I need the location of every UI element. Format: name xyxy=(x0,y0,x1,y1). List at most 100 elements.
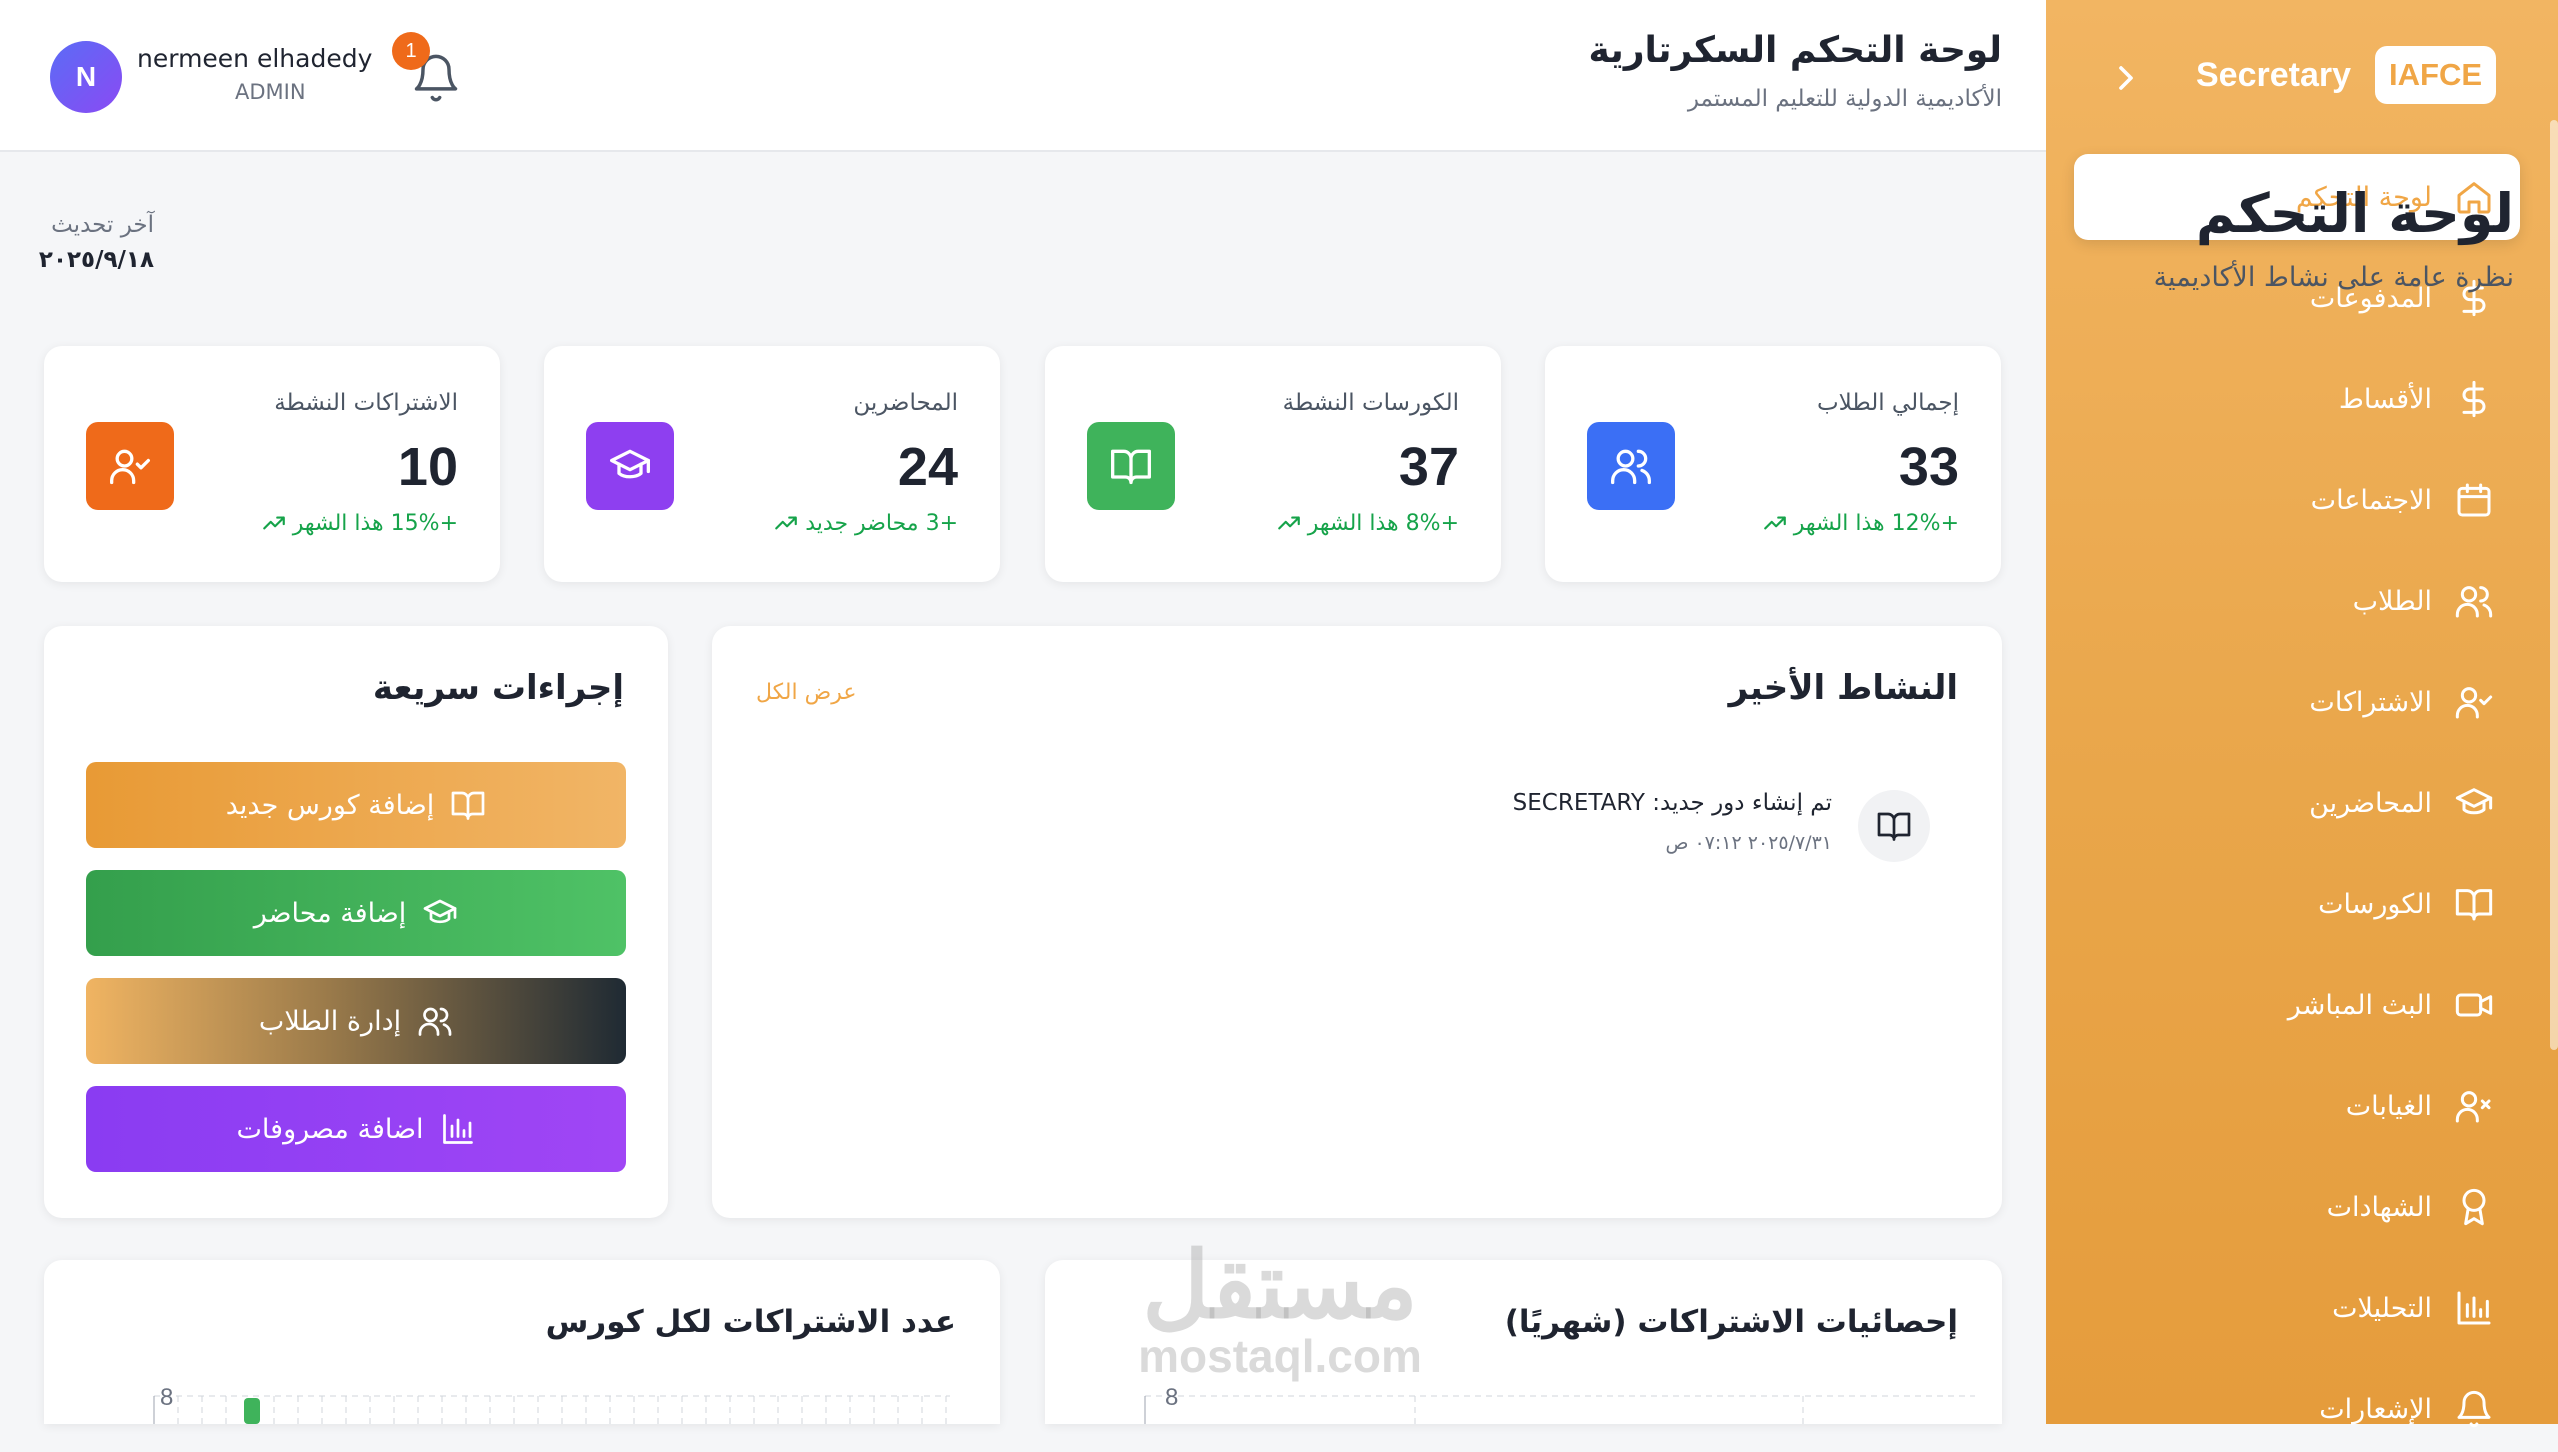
top-header: لوحة التحكم السكرتارية الأكاديمية الدولي… xyxy=(0,0,2046,152)
dollar-icon xyxy=(2462,380,2486,418)
graduation-cap-icon xyxy=(423,899,457,924)
view-all-link[interactable]: عرض الكل xyxy=(756,680,856,705)
last-update-label: آخر تحديث xyxy=(51,212,154,238)
per-course-chart-title: عدد الاشتراكات لكل كورس xyxy=(545,1304,956,1340)
stat-label: إجمالي الطلاب xyxy=(1816,390,1959,416)
recent-activity-card: النشاط الأخير عرض الكل تم إنشاء دور جديد… xyxy=(712,626,2002,1218)
sidebar-item-live[interactable]: البث المباشر xyxy=(2074,962,2520,1048)
sidebar-item-meetings[interactable]: الاجتماعات xyxy=(2074,457,2520,543)
per-course-chart-y-tick: 8 xyxy=(160,1384,174,1411)
header-title: لوحة التحكم السكرتارية xyxy=(1588,30,2002,71)
stat-trend: +8% هذا الشهر xyxy=(1276,510,1459,536)
stat-value: 10 xyxy=(397,437,458,497)
book-icon xyxy=(1111,449,1151,485)
user-role: ADMIN xyxy=(235,80,306,104)
trending-up-icon xyxy=(1763,516,1786,530)
video-icon xyxy=(2455,993,2493,1017)
watermark-arabic: مستقل xyxy=(1142,1235,1418,1337)
stat-card-lecturers: المحاضرين 24 +3 محاضر جديد xyxy=(544,346,1000,582)
stat-icon-box xyxy=(1087,422,1175,510)
notification-badge: 1 xyxy=(392,32,430,70)
add-expenses-button[interactable]: اضافة مصروفات xyxy=(86,1086,626,1172)
brand-logo: IAFCE xyxy=(2375,46,2497,104)
watermark-latin: mostaql.com xyxy=(1138,1330,1422,1382)
users-icon xyxy=(418,1007,452,1036)
sidebar-item-students[interactable]: الطلاب xyxy=(2074,558,2520,644)
stat-trend: +3 محاضر جديد xyxy=(773,510,958,536)
stat-value: 33 xyxy=(1898,437,1959,497)
user-name: nermeen elhadedy xyxy=(137,44,373,73)
sidebar-item-label: الطلاب xyxy=(2352,585,2432,617)
stat-card-courses: الكورسات النشطة 37 +8% هذا الشهر xyxy=(1045,346,1501,582)
quick-actions-card: إجراءات سريعة إضافة كورس جديد إضافة محاض… xyxy=(44,626,668,1218)
sidebar-item-notifications[interactable]: الإشعارات xyxy=(2074,1366,2520,1452)
page-title: لوحة التحكم xyxy=(2195,182,2514,245)
sidebar-item-courses[interactable]: الكورسات xyxy=(2074,861,2520,947)
stat-label: المحاضرين xyxy=(853,390,958,416)
sidebar-item-label: المحاضرين xyxy=(2309,787,2432,819)
bar-chart-icon xyxy=(2457,1291,2491,1325)
book-icon xyxy=(2455,889,2493,921)
stat-label: الكورسات النشطة xyxy=(1282,390,1459,416)
user-check-icon xyxy=(110,449,150,485)
add-course-label: إضافة كورس جديد xyxy=(225,789,435,821)
stat-label: الاشتراكات النشطة xyxy=(274,390,458,416)
stat-card-students: إجمالي الطلاب 33 +12% هذا الشهر xyxy=(1545,346,2001,582)
sidebar-item-label: الإشعارات xyxy=(2319,1393,2432,1425)
sidebar-scrollbar[interactable] xyxy=(2550,120,2558,1050)
activity-time: ٢٠٢٥/٧/٣١ ‏٠٧:١٢ ص xyxy=(1665,832,1832,854)
graduation-cap-icon xyxy=(2455,788,2493,815)
monthly-chart-title: إحصائيات الاشتراكات (شهريًا) xyxy=(1504,1304,1958,1340)
sidebar-item-lecturers[interactable]: المحاضرين xyxy=(2074,760,2520,846)
manage-students-label: إدارة الطلاب xyxy=(258,1005,402,1037)
manage-students-button[interactable]: إدارة الطلاب xyxy=(86,978,626,1064)
book-icon xyxy=(451,791,485,820)
monthly-chart-grid xyxy=(1144,1395,1975,1424)
page-subtitle: نظرة عامة على نشاط الأكاديمية xyxy=(2153,262,2514,293)
stat-trend-text: +12% هذا الشهر xyxy=(1793,510,1959,536)
stat-icon-box xyxy=(86,422,174,510)
activity-icon-circle xyxy=(1858,790,1930,862)
sidebar-item-label: الكورسات xyxy=(2318,888,2432,920)
trending-up-icon xyxy=(1277,516,1300,530)
stat-icon-box xyxy=(586,422,674,510)
sidebar-item-analytics[interactable]: التحليلات xyxy=(2074,1265,2520,1351)
sidebar-item-label: البث المباشر xyxy=(2287,989,2432,1021)
bar-chart-icon xyxy=(442,1114,473,1144)
sidebar-item-installments[interactable]: الأقساط xyxy=(2074,356,2520,442)
monthly-chart-y-tick: 8 xyxy=(1165,1384,1179,1411)
collapse-sidebar-button[interactable] xyxy=(2106,58,2146,98)
per-course-chart-card: عدد الاشتراكات لكل كورس 8 xyxy=(44,1260,1000,1424)
sidebar-item-label: الأقساط xyxy=(2338,383,2432,415)
add-lecturer-label: إضافة محاضر xyxy=(253,897,407,929)
activity-title: تم إنشاء دور جديد: SECRETARY xyxy=(1512,790,1832,816)
add-lecturer-button[interactable]: إضافة محاضر xyxy=(86,870,626,956)
add-course-button[interactable]: إضافة كورس جديد xyxy=(86,762,626,848)
quick-actions-title: إجراءات سريعة xyxy=(372,668,624,708)
header-subtitle: الأكاديمية الدولية للتعليم المستمر xyxy=(1687,86,2002,112)
sidebar-item-absences[interactable]: الغيابات xyxy=(2074,1063,2520,1149)
user-check-icon xyxy=(2455,687,2493,719)
stat-value: 24 xyxy=(897,437,958,497)
calendar-icon xyxy=(2457,483,2491,517)
stat-trend-text: +8% هذا الشهر xyxy=(1307,510,1459,536)
trending-up-icon xyxy=(775,516,798,530)
sidebar-item-subscriptions[interactable]: الاشتراكات xyxy=(2074,659,2520,745)
user-x-icon xyxy=(2455,1091,2491,1123)
users-icon xyxy=(1611,449,1651,485)
sidebar-item-certificates[interactable]: الشهادات xyxy=(2074,1164,2520,1250)
brand-name: Secretary xyxy=(2196,55,2352,94)
sidebar-item-label: الاشتراكات xyxy=(2309,686,2432,718)
recent-activity-title: النشاط الأخير xyxy=(1728,668,1958,708)
avatar[interactable]: N xyxy=(50,41,122,113)
brand: Secretary IAFCE xyxy=(2196,46,2497,104)
chart-bar xyxy=(244,1398,260,1424)
watermark: مستقل mostaql.com xyxy=(1120,1240,1440,1380)
chevron-right-icon xyxy=(2119,66,2133,90)
stat-trend-text: +3 محاضر جديد xyxy=(805,510,958,536)
per-course-chart-grid xyxy=(153,1395,950,1424)
stat-value: 37 xyxy=(1398,437,1459,497)
sidebar-item-label: الغيابات xyxy=(2345,1090,2432,1122)
sidebar-item-label: التحليلات xyxy=(2332,1292,2432,1324)
users-icon xyxy=(2455,586,2493,618)
